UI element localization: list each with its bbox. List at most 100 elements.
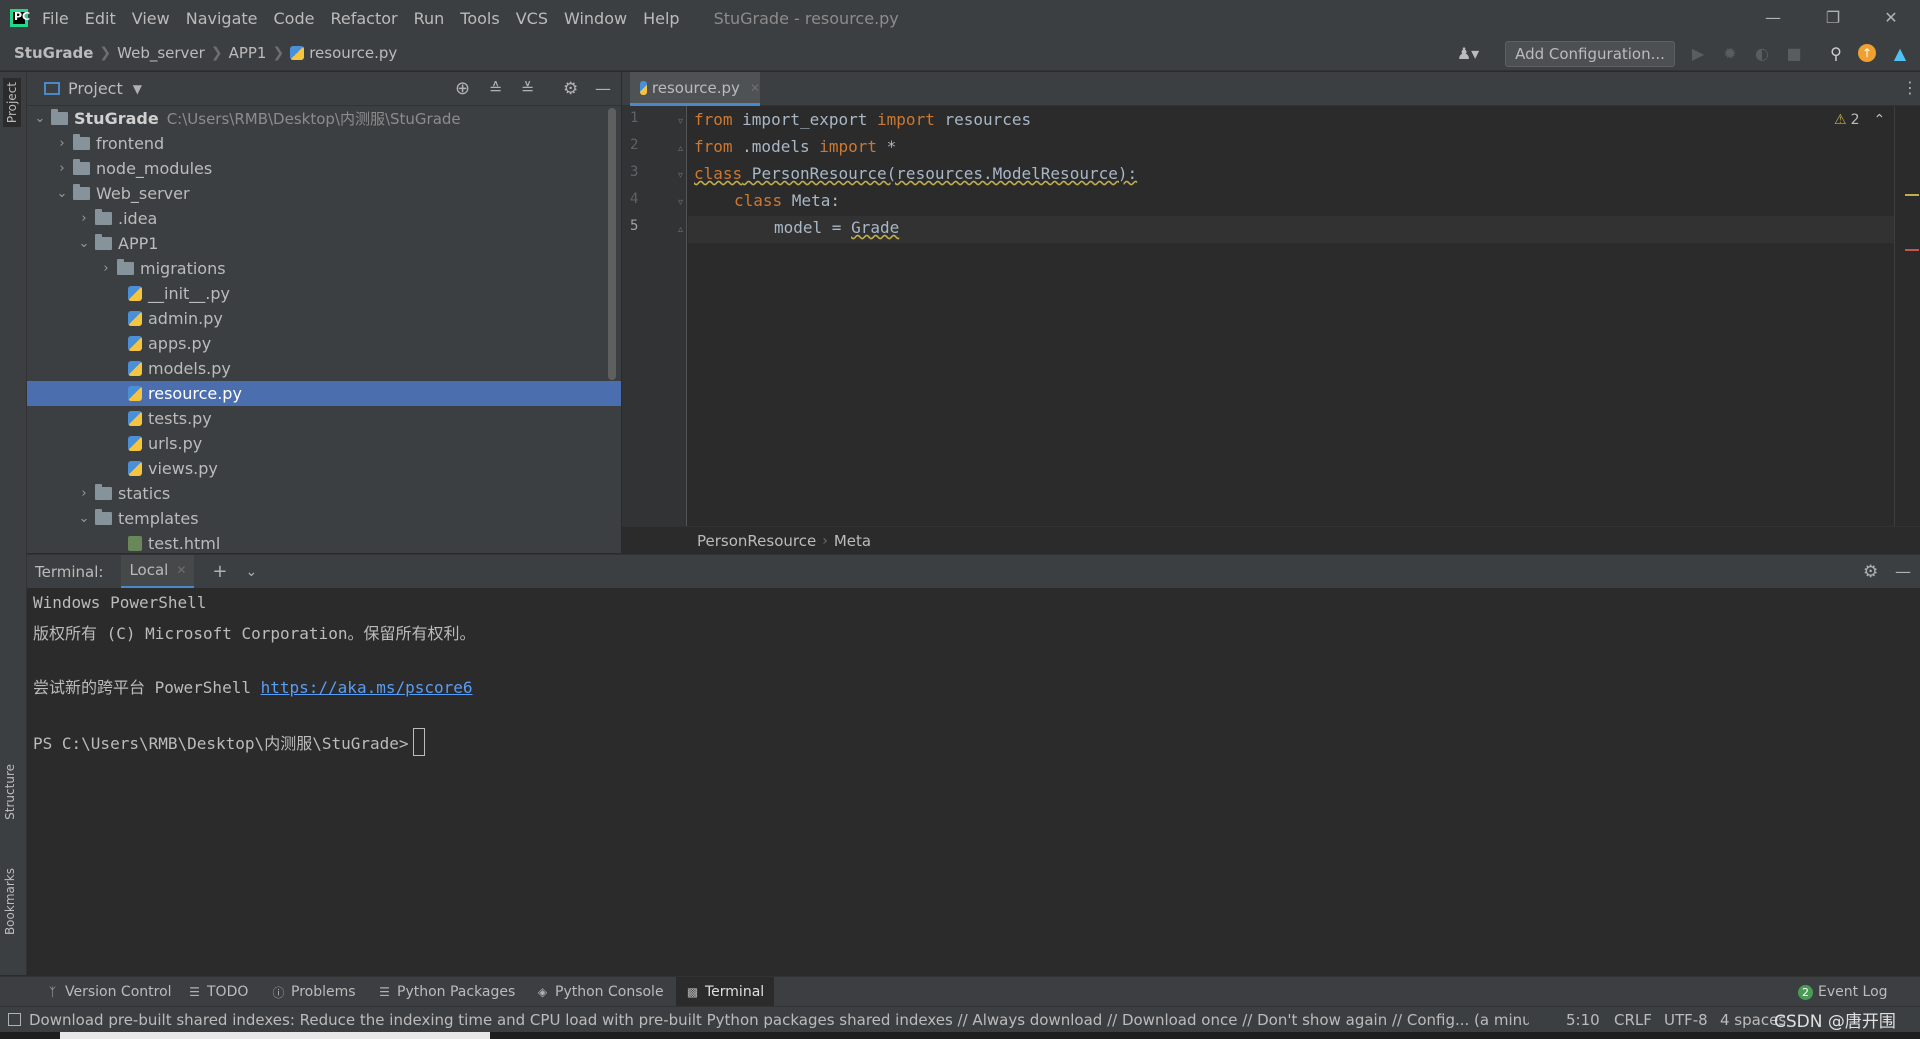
- stop-icon[interactable]: ■: [1784, 44, 1804, 64]
- terminal-link[interactable]: https://aka.ms/pscore6: [261, 678, 473, 697]
- structure-tool-tab[interactable]: Structure: [3, 764, 17, 820]
- editor-error-stripe[interactable]: [1894, 106, 1920, 526]
- breadcrumb-app1[interactable]: APP1: [229, 44, 267, 62]
- tree-item-idea[interactable]: › .idea: [27, 206, 621, 231]
- user-dropdown-icon[interactable]: ♟▾: [1450, 44, 1486, 64]
- locate-file-icon[interactable]: ⊕: [455, 78, 470, 99]
- code-content[interactable]: from import_export import resources from…: [688, 106, 1911, 526]
- update-icon[interactable]: ↑: [1858, 44, 1876, 62]
- tool-tab-terminal[interactable]: ▩ Terminal: [676, 977, 775, 1007]
- menu-edit[interactable]: Edit: [85, 9, 116, 28]
- menu-help[interactable]: Help: [643, 9, 679, 28]
- tree-item-admin-py[interactable]: admin.py: [27, 306, 621, 331]
- breadcrumb-web-server[interactable]: Web_server: [117, 44, 205, 62]
- close-tab-icon[interactable]: ✕: [750, 81, 760, 95]
- close-icon[interactable]: ✕: [1876, 6, 1906, 30]
- project-tool-tab[interactable]: Project: [3, 78, 21, 128]
- menu-window[interactable]: Window: [564, 9, 627, 28]
- fold-icon[interactable]: ▵: [678, 224, 683, 235]
- debug-icon[interactable]: ✹: [1720, 44, 1740, 64]
- tree-item-migrations[interactable]: › migrations: [27, 256, 621, 281]
- chevron-right-icon[interactable]: ›: [95, 261, 117, 276]
- tab-resource-py[interactable]: resource.py ✕: [630, 72, 760, 106]
- jetbrains-toolbox-icon[interactable]: ▲: [1890, 44, 1910, 64]
- tool-tab-problems[interactable]: ⓘ Problems: [266, 977, 362, 1007]
- tree-item-urls-py[interactable]: urls.py: [27, 431, 621, 456]
- gear-icon[interactable]: ⚙: [1863, 562, 1878, 582]
- close-tab-icon[interactable]: ✕: [176, 563, 186, 577]
- new-terminal-icon[interactable]: +: [212, 561, 227, 582]
- add-configuration-button[interactable]: Add Configuration...: [1505, 41, 1675, 67]
- chevron-right-icon[interactable]: ›: [51, 161, 73, 176]
- project-tree-scrollbar[interactable]: [608, 108, 616, 380]
- breadcrumb-project[interactable]: StuGrade: [14, 44, 93, 62]
- minimize-icon[interactable]: —: [1758, 6, 1788, 30]
- tree-item-root[interactable]: ⌄ StuGrade C:\Users\RMB\Desktop\内测服\StuG…: [27, 106, 621, 131]
- chevron-right-icon[interactable]: ›: [73, 486, 95, 501]
- line-separator[interactable]: CRLF: [1614, 1011, 1652, 1029]
- fold-icon[interactable]: ▵: [678, 143, 683, 154]
- status-message[interactable]: Download pre-built shared indexes: Reduc…: [29, 1011, 1529, 1029]
- menu-run[interactable]: Run: [414, 9, 445, 28]
- tool-tab-python-packages[interactable]: ☰ Python Packages: [372, 977, 521, 1007]
- tool-tab-todo[interactable]: ☰ TODO: [182, 977, 254, 1007]
- tool-tab-event-log[interactable]: 2 Event Log: [1792, 977, 1894, 1007]
- previous-highlight-icon[interactable]: ⌃: [1873, 112, 1885, 128]
- chevron-down-icon[interactable]: ⌄: [29, 111, 51, 126]
- tool-tab-version-control[interactable]: ᛉ Version Control: [40, 977, 178, 1007]
- menu-view[interactable]: View: [132, 9, 170, 28]
- fold-icon[interactable]: ▿: [678, 197, 683, 208]
- collapse-all-icon[interactable]: ≚: [521, 79, 534, 98]
- bookmarks-tool-tab[interactable]: Bookmarks: [3, 868, 17, 935]
- more-options-icon[interactable]: ⋮: [1902, 78, 1918, 97]
- terminal-output[interactable]: Windows PowerShell 版权所有 (C) Microsoft Co…: [27, 588, 1920, 976]
- project-panel-title[interactable]: Project: [68, 79, 123, 98]
- search-icon[interactable]: ⚲: [1826, 44, 1846, 64]
- terminal-tab-local[interactable]: Local ✕: [121, 554, 195, 589]
- chevron-right-icon[interactable]: ›: [73, 211, 95, 226]
- warning-stripe-mark[interactable]: [1905, 194, 1919, 196]
- error-stripe-mark[interactable]: [1905, 249, 1919, 251]
- tree-item-frontend[interactable]: › frontend: [27, 131, 621, 156]
- tree-item-app1[interactable]: ⌄ APP1: [27, 231, 621, 256]
- toggle-tool-windows-icon[interactable]: [8, 1013, 21, 1026]
- coverage-icon[interactable]: ◐: [1752, 44, 1772, 64]
- chevron-down-icon[interactable]: ⌄: [51, 186, 73, 201]
- menu-vcs[interactable]: VCS: [516, 9, 548, 28]
- fold-icon[interactable]: ▿: [678, 116, 683, 127]
- breadcrumb-inner-class[interactable]: Meta: [834, 532, 871, 550]
- chevron-down-icon[interactable]: ⌄: [73, 511, 95, 526]
- tree-item-init-py[interactable]: __init__.py: [27, 281, 621, 306]
- expand-all-icon[interactable]: ≙: [489, 79, 502, 98]
- tree-item-node-modules[interactable]: › node_modules: [27, 156, 621, 181]
- tree-item-tests-py[interactable]: tests.py: [27, 406, 621, 431]
- hide-panel-icon[interactable]: —: [1895, 562, 1911, 581]
- menu-tools[interactable]: Tools: [460, 9, 499, 28]
- breadcrumb-class[interactable]: PersonResource: [697, 532, 816, 550]
- caret-position[interactable]: 5:10: [1566, 1011, 1600, 1029]
- hide-panel-icon[interactable]: —: [595, 79, 611, 98]
- gear-icon[interactable]: ⚙: [563, 79, 578, 99]
- menu-file[interactable]: File: [42, 9, 69, 28]
- run-icon[interactable]: ▶: [1688, 44, 1708, 64]
- chevron-down-icon[interactable]: ⌄: [246, 564, 258, 580]
- fold-icon[interactable]: ▿: [678, 170, 683, 181]
- menu-refactor[interactable]: Refactor: [330, 9, 397, 28]
- menu-code[interactable]: Code: [274, 9, 315, 28]
- file-encoding[interactable]: UTF-8: [1664, 1011, 1708, 1029]
- menu-navigate[interactable]: Navigate: [186, 9, 258, 28]
- tool-tab-python-console[interactable]: ◈ Python Console: [530, 977, 670, 1007]
- breadcrumb-file[interactable]: resource.py: [309, 44, 397, 62]
- terminal-prompt-line[interactable]: PS C:\Users\RMB\Desktop\内测服\StuGrade>: [33, 728, 425, 756]
- tree-item-statics[interactable]: › statics: [27, 481, 621, 506]
- restore-icon[interactable]: ❐: [1818, 6, 1848, 30]
- chevron-down-icon[interactable]: ▼: [133, 82, 142, 96]
- tree-item-models-py[interactable]: models.py: [27, 356, 621, 381]
- chevron-down-icon[interactable]: ⌄: [73, 236, 95, 251]
- tree-item-templates[interactable]: ⌄ templates: [27, 506, 621, 531]
- tree-item-resource-py[interactable]: resource.py: [27, 381, 621, 406]
- tree-item-views-py[interactable]: views.py: [27, 456, 621, 481]
- tree-item-web-server[interactable]: ⌄ Web_server: [27, 181, 621, 206]
- chevron-right-icon[interactable]: ›: [51, 136, 73, 151]
- tree-item-apps-py[interactable]: apps.py: [27, 331, 621, 356]
